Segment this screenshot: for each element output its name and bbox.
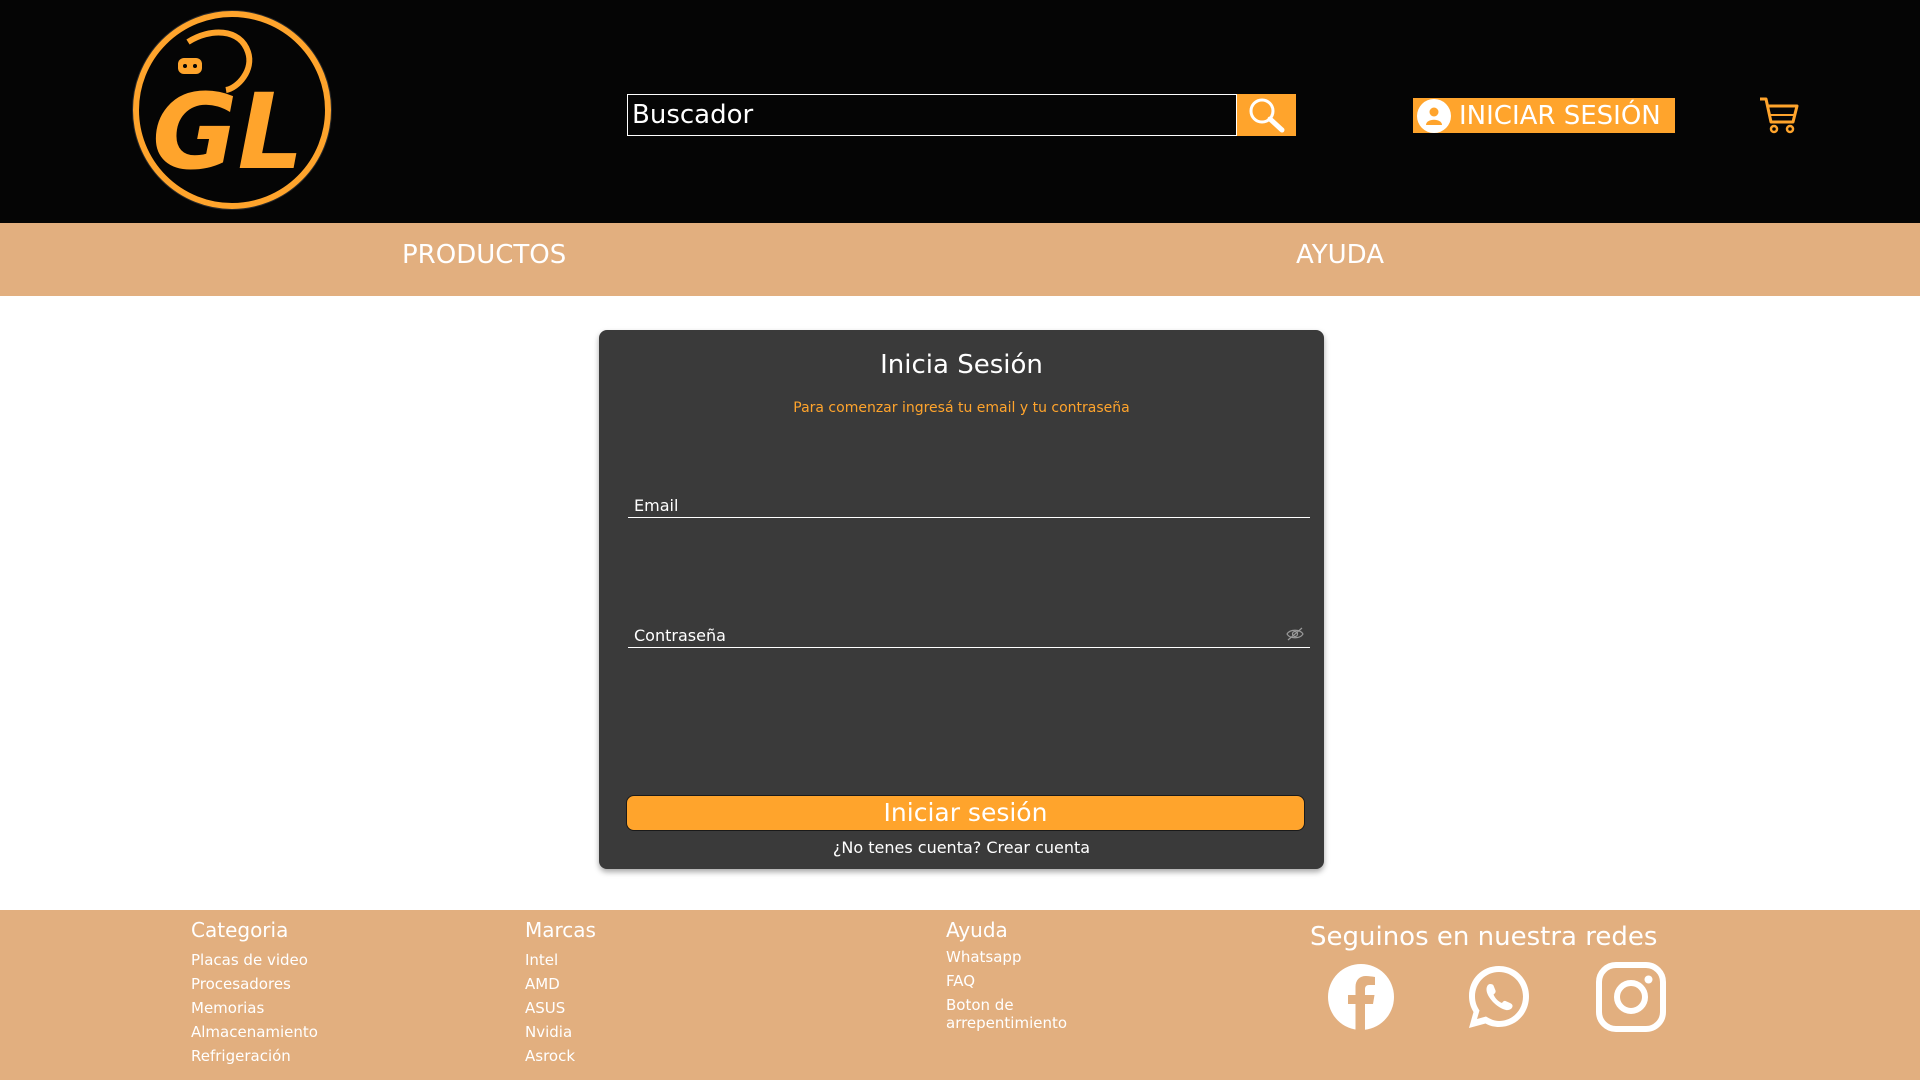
password-label: Contraseña (634, 626, 726, 645)
footer-link[interactable]: Asrock (525, 1044, 596, 1068)
whatsapp-icon[interactable] (1464, 962, 1534, 1032)
register-question: ¿No tenes cuenta? (832, 838, 982, 857)
footer-categoria: Categoria Placas de video Procesadores M… (191, 918, 318, 1068)
search-button[interactable] (1237, 94, 1296, 136)
footer-link[interactable]: Almacenamiento (191, 1020, 318, 1044)
footer-link[interactable]: Whatsapp (946, 948, 1096, 966)
login-subtitle: Para comenzar ingresá tu email y tu cont… (793, 400, 1130, 416)
create-account-link[interactable]: Crear cuenta (986, 838, 1090, 857)
footer-link[interactable]: Nvidia (525, 1020, 596, 1044)
cart-icon[interactable] (1758, 95, 1800, 135)
footer-marcas-title: Marcas (525, 918, 596, 942)
footer-link[interactable]: Placas de video (191, 948, 318, 972)
footer-link[interactable]: Intel (525, 948, 596, 972)
footer-categoria-title: Categoria (191, 918, 289, 942)
social-title: Seguinos en nuestra redes (1310, 922, 1658, 952)
search-bar (627, 94, 1296, 136)
password-field[interactable]: Contraseña (628, 620, 1310, 648)
footer-marcas: Marcas Intel AMD ASUS Nvidia Asrock (525, 918, 596, 1068)
svg-text:GL: GL (152, 71, 304, 193)
user-icon (1417, 98, 1451, 133)
footer-link[interactable]: Memorias (191, 996, 318, 1020)
email-label: Email (634, 496, 679, 515)
login-title: Inicia Sesión (880, 350, 1043, 380)
main-nav: PRODUCTOS AYUDA (0, 223, 1920, 296)
submit-login-button[interactable]: Iniciar sesión (626, 795, 1305, 831)
instagram-icon[interactable] (1596, 962, 1666, 1032)
facebook-icon[interactable] (1326, 962, 1396, 1032)
email-field[interactable]: Email (628, 490, 1310, 518)
footer-ayuda-title: Ayuda (946, 918, 1008, 942)
login-button[interactable]: INICIAR SESIÓN (1413, 98, 1675, 133)
footer-link[interactable]: Refrigeración (191, 1044, 318, 1068)
eye-slash-icon[interactable] (1286, 627, 1304, 641)
register-prompt: ¿No tenes cuenta? Crear cuenta (599, 838, 1324, 857)
footer-link[interactable]: Procesadores (191, 972, 318, 996)
search-input[interactable] (627, 94, 1237, 136)
login-button-label: INICIAR SESIÓN (1459, 100, 1661, 131)
nav-item-productos[interactable]: PRODUCTOS (402, 240, 566, 270)
search-icon (1249, 98, 1284, 133)
login-card: Inicia Sesión Para comenzar ingresá tu e… (599, 330, 1324, 869)
footer-link[interactable]: FAQ (946, 972, 1096, 990)
site-header: GL INICIAR SESIÓN (0, 0, 1920, 223)
nav-item-ayuda[interactable]: AYUDA (1296, 240, 1384, 270)
footer-ayuda: Ayuda Whatsapp FAQ Boton de arrepentimie… (946, 918, 1096, 1038)
gamepad-logo-icon[interactable]: GL (130, 8, 334, 212)
footer-link[interactable]: AMD (525, 972, 596, 996)
footer-link[interactable]: Boton de arrepentimiento (946, 996, 1096, 1032)
footer-link[interactable]: ASUS (525, 996, 596, 1020)
